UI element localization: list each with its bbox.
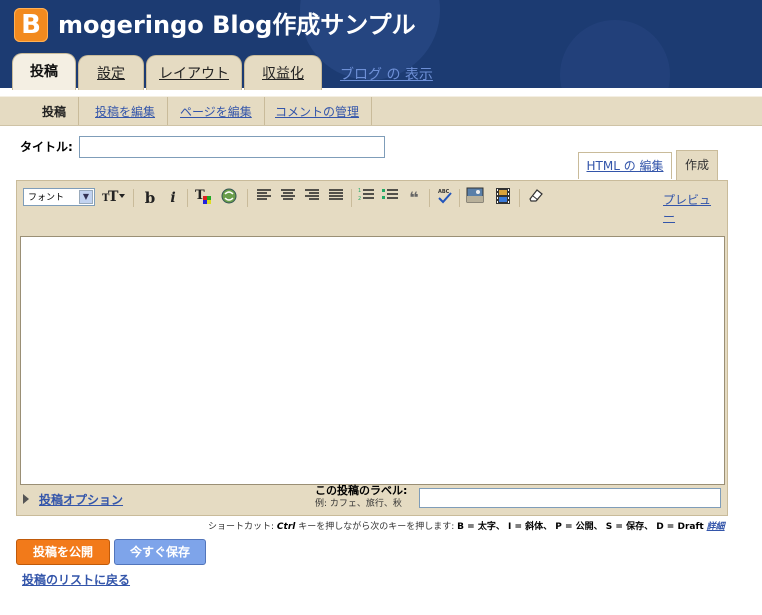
sub-navigation: 投稿 投稿を編集 ページを編集 コメントの管理 — [0, 96, 762, 126]
toolbar-separator — [133, 189, 134, 207]
bold-icon[interactable]: b — [141, 187, 159, 209]
tab-settings[interactable]: 設定 — [78, 55, 144, 90]
shortcuts-keys: B = 太字、 I = 斜体、 P = 公開、 S = 保存、 D = Draf… — [457, 522, 704, 532]
toolbar-separator — [187, 189, 188, 207]
spellcheck-icon[interactable]: ABC — [435, 187, 455, 209]
image-icon[interactable] — [465, 187, 485, 209]
shortcuts-prefix: ショートカット: — [208, 522, 275, 532]
view-blog-link[interactable]: ブログ の 表示 — [340, 64, 433, 84]
tab-edit-html-link[interactable]: HTML の 編集 — [586, 159, 663, 173]
labels-input[interactable] — [419, 488, 721, 508]
tab-compose[interactable]: 作成 — [676, 150, 718, 181]
preview-link[interactable]: プレビュー — [663, 191, 719, 225]
triangle-right-icon[interactable] — [23, 494, 29, 504]
shortcuts-ctrl: Ctrl — [276, 522, 296, 532]
toolbar-separator — [429, 189, 430, 207]
svg-text:T: T — [108, 189, 119, 205]
title-label: タイトル: — [20, 140, 73, 154]
save-now-button[interactable]: 今すぐ保存 — [114, 539, 206, 565]
publish-post-button[interactable]: 投稿を公開 — [16, 539, 110, 565]
back-to-posts-link[interactable]: 投稿のリストに戻る — [22, 571, 130, 588]
tab-settings-label[interactable]: 設定 — [97, 66, 125, 82]
font-select-value: フォント — [28, 193, 65, 203]
align-justify-icon[interactable] — [327, 187, 345, 209]
keyboard-shortcuts-hint: ショートカット: Ctrl キーを押しながら次のキーを押します: B = 太字、… — [208, 519, 725, 532]
subnav-item-comments[interactable]: コメントの管理 — [263, 97, 373, 125]
shortcuts-more-link[interactable]: 詳細 — [707, 522, 725, 532]
italic-icon[interactable]: i — [165, 187, 181, 209]
toolbar-separator — [247, 189, 248, 207]
tab-posting-label: 投稿 — [30, 64, 58, 80]
font-select[interactable]: フォント ▼ — [23, 188, 95, 206]
toolbar-separator — [459, 189, 460, 207]
post-options-link[interactable]: 投稿オプション — [39, 491, 123, 508]
shortcuts-middle: キーを押しながら次のキーを押します: — [298, 522, 455, 532]
logo-letter: B — [21, 10, 41, 40]
tab-monetize[interactable]: 収益化 — [244, 55, 322, 90]
text-color-icon[interactable]: T — [193, 187, 213, 209]
subnav-item-new-post[interactable]: 投稿 — [30, 97, 80, 125]
tab-layout[interactable]: レイアウト — [146, 55, 242, 90]
post-body-editor[interactable] — [20, 236, 725, 485]
svg-text:2: 2 — [358, 196, 361, 201]
blogger-logo-icon[interactable]: B — [14, 8, 48, 42]
svg-text:1: 1 — [358, 188, 361, 194]
link-icon[interactable] — [219, 187, 239, 209]
title-input[interactable] — [79, 136, 385, 158]
editor-toolbar: フォント ▼ TT b i T 12 ❝ ABC プレビュー — [23, 187, 719, 224]
subnav-edit-posts-link[interactable]: 投稿を編集 — [95, 105, 155, 119]
bullet-list-icon[interactable] — [381, 187, 399, 209]
labels-example: 例: カフェ、旅行、秋 — [315, 499, 402, 509]
site-title: mogeringo Blog作成サンプル — [58, 11, 416, 39]
subnav-item-edit-pages[interactable]: ページを編集 — [168, 97, 265, 125]
numbered-list-icon[interactable]: 12 — [357, 187, 375, 209]
blockquote-icon[interactable]: ❝ — [405, 187, 423, 209]
tab-edit-html[interactable]: HTML の 編集 — [578, 152, 672, 179]
align-right-icon[interactable] — [303, 187, 321, 209]
remove-format-icon[interactable] — [525, 187, 547, 209]
header-decoration — [560, 20, 670, 88]
subnav-comments-link[interactable]: コメントの管理 — [275, 105, 359, 119]
svg-text:ABC: ABC — [438, 189, 450, 195]
chevron-down-icon: ▼ — [79, 190, 93, 204]
tab-layout-label[interactable]: レイアウト — [159, 66, 229, 82]
font-size-icon[interactable]: TT — [101, 187, 127, 209]
labels-caption: この投稿のラベル: — [315, 484, 408, 497]
align-center-icon[interactable] — [279, 187, 297, 209]
tab-monetize-label[interactable]: 収益化 — [262, 66, 304, 82]
align-left-icon[interactable] — [255, 187, 273, 209]
subnav-item-edit-posts[interactable]: 投稿を編集 — [83, 97, 169, 125]
video-icon[interactable] — [493, 187, 513, 209]
tab-posting[interactable]: 投稿 — [12, 53, 76, 90]
editor-panel: フォント ▼ TT b i T 12 ❝ ABC プレビュー 投稿オプション こ… — [16, 180, 728, 516]
toolbar-separator — [519, 189, 520, 207]
subnav-edit-pages-link[interactable]: ページを編集 — [180, 105, 252, 119]
toolbar-separator — [351, 189, 352, 207]
